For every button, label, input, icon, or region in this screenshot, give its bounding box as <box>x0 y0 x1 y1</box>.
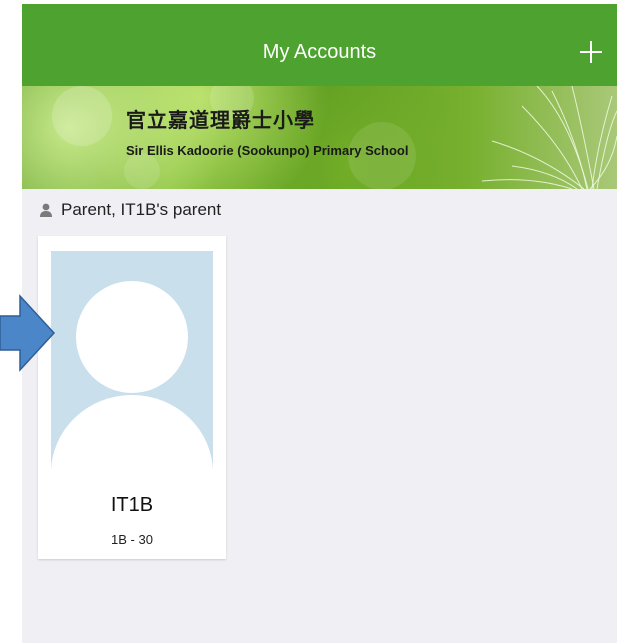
student-class-number: 1B - 30 <box>111 532 153 547</box>
app-screen: My Accounts 官立嘉道理爵士小學 Sir Ellis Kadoorie… <box>22 4 617 643</box>
school-banner: 官立嘉道理爵士小學 Sir Ellis Kadoorie (Sookunpo) … <box>22 86 617 189</box>
student-name: IT1B <box>110 494 154 516</box>
school-name-english: Sir Ellis Kadoorie (Sookunpo) Primary Sc… <box>126 143 409 158</box>
account-role-label: Parent, IT1B's parent <box>61 200 222 219</box>
default-avatar-icon <box>51 281 213 469</box>
banner-decoration <box>52 86 617 189</box>
person-icon <box>40 203 52 217</box>
nav-bar: My Accounts <box>22 4 617 86</box>
student-photo <box>51 251 213 469</box>
account-role-row: Parent, IT1B's parent <box>22 189 617 231</box>
plus-icon <box>580 41 602 63</box>
add-account-button[interactable] <box>577 38 605 66</box>
school-name-chinese: 官立嘉道理爵士小學 <box>126 108 315 132</box>
arrow-right-icon <box>0 294 56 372</box>
page-title: My Accounts <box>262 41 377 63</box>
student-card[interactable]: IT1B 1B - 30 <box>38 236 226 559</box>
